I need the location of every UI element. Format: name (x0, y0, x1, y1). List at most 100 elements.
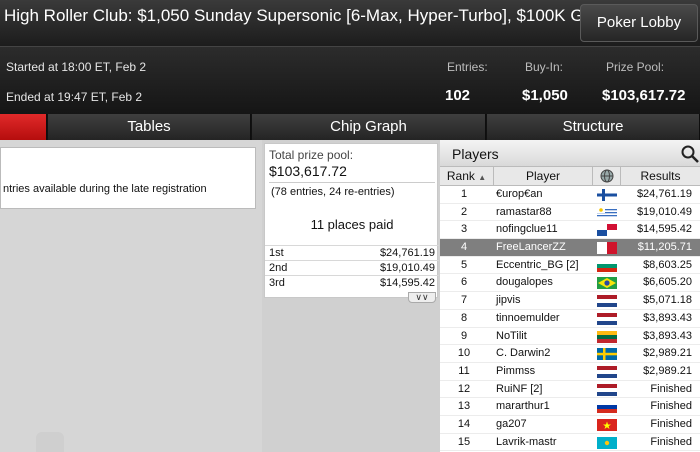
player-row[interactable]: 3 nofingclue11 $14,595.42 (440, 221, 700, 240)
player-result: $11,205.71 (637, 241, 692, 254)
entries-breakdown: (78 entries, 24 re-entries) (271, 186, 395, 198)
player-name: ga207 (496, 417, 527, 430)
players-panel: Players Rank ▲ Player Results 1 €urop€an $… (440, 140, 700, 452)
player-row[interactable]: 12 RuiNF [2] Finished (440, 381, 700, 399)
player-row[interactable]: 6 dougalopes $6,605.20 (440, 274, 700, 293)
player-column-header[interactable]: Player (494, 167, 593, 186)
player-name: NoTilit (496, 329, 527, 342)
players-list: 1 €urop€an $24,761.19 2 ramastar88 $19,010.49… (440, 186, 700, 452)
payout-amount: $14,595.42 (379, 277, 435, 289)
lithuania-flag-icon (597, 330, 617, 343)
player-rank: 5 (460, 258, 468, 271)
player-row[interactable]: 10 C. Darwin2 $2,989.21 (440, 345, 700, 363)
panama-flag-icon (597, 224, 617, 237)
player-result: Finished (650, 435, 692, 448)
player-result: $19,010.49 (636, 205, 692, 218)
prize-pool-label: Prize Pool: (606, 60, 665, 74)
buyin-value: $1,050 (522, 87, 568, 104)
player-result: $2,989.21 (643, 364, 692, 377)
buyin-label: Buy-In: (525, 60, 564, 74)
entries-label: Entries: (447, 60, 488, 74)
globe-icon (600, 169, 613, 183)
player-result: $8,603.25 (643, 258, 692, 271)
results-column-header[interactable]: Results (621, 167, 700, 186)
player-row[interactable]: 1 €urop€an $24,761.19 (440, 186, 700, 204)
tournament-info: Started at 18:00 ET, Feb 2 Ended at 19:4… (0, 46, 700, 114)
players-title: Players (452, 146, 499, 162)
payout-amount: $24,761.19 (379, 247, 435, 259)
uruguay-flag-icon (597, 206, 617, 219)
player-result: $5,071.18 (643, 294, 692, 307)
poker-lobby-button[interactable]: Poker Lobby (580, 4, 698, 42)
rank-column-header[interactable]: Rank ▲ (440, 167, 494, 186)
player-name: nofingclue11 (496, 223, 558, 236)
players-header: Players (440, 140, 700, 167)
finland-flag-icon (597, 189, 617, 201)
player-name: tinnoemulder (496, 311, 560, 324)
player-result: $24,761.19 (636, 188, 692, 200)
search-icon[interactable] (680, 144, 700, 164)
tab-chip-graph[interactable]: Chip Graph (252, 114, 486, 140)
player-name: Eccentric_BG [2] (496, 258, 579, 271)
places-paid: 11 places paid (310, 217, 394, 232)
player-rank: 9 (460, 329, 468, 342)
sort-ascending-icon: ▲ (478, 173, 487, 182)
entries-value: 102 (445, 87, 471, 104)
russia-flag-icon (597, 401, 617, 414)
payout-place: 1st (269, 247, 284, 259)
bulgaria-flag-icon (597, 259, 617, 272)
player-row[interactable]: 9 NoTilit $3,893.43 (440, 328, 700, 346)
decorative-shape (36, 432, 64, 452)
kazakhstan-flag-icon (597, 436, 617, 449)
player-rank: 2 (460, 205, 468, 218)
prize-panel: Total prize pool: $103,617.72 (78 entrie… (262, 140, 440, 452)
country-column-header[interactable] (593, 167, 621, 186)
divider (269, 182, 435, 183)
player-row[interactable]: 14 ga207 Finished (440, 416, 700, 434)
player-name: mararthur1 (496, 400, 550, 413)
player-rank: 3 (460, 223, 468, 236)
player-row[interactable]: 8 tinnoemulder $3,893.43 (440, 310, 700, 328)
player-result: $6,605.20 (643, 276, 692, 289)
brazil-flag-icon (597, 277, 617, 290)
players-column-header: Rank ▲ Player Results (440, 167, 700, 186)
chevron-down-icon: ∨∨ (415, 292, 429, 302)
tab-info[interactable] (0, 114, 47, 140)
player-row[interactable]: 7 jipvis $5,071.18 (440, 292, 700, 310)
player-result: Finished (650, 417, 692, 430)
player-rank: 14 (457, 417, 471, 430)
payout-place: 3rd (269, 277, 285, 289)
payout-row: 3rd $14,595.42 (265, 275, 439, 290)
late-registration-notice: ntries available during the late registr… (3, 183, 207, 195)
expand-payouts-button[interactable]: ∨∨ (408, 292, 436, 303)
netherlands-flag-icon (597, 365, 617, 378)
player-rank: 6 (460, 276, 468, 289)
player-row[interactable]: 5 Eccentric_BG [2] $8,603.25 (440, 257, 700, 275)
player-result: $3,893.43 (643, 311, 692, 324)
player-row[interactable]: 11 Pimmss $2,989.21 (440, 363, 700, 381)
malta-flag-icon (597, 242, 617, 255)
player-rank: 10 (457, 347, 471, 360)
tab-tables[interactable]: Tables (48, 114, 251, 140)
player-row[interactable]: 2 ramastar88 $19,010.49 (440, 204, 700, 222)
player-result: $3,893.43 (643, 329, 692, 342)
netherlands-flag-icon (597, 383, 617, 396)
player-result: Finished (650, 382, 692, 395)
player-name: Lavrik-mastr (496, 435, 557, 448)
player-name: C. Darwin2 (496, 347, 551, 360)
player-name: Pimmss (496, 364, 536, 377)
player-rank: 13 (457, 400, 471, 413)
total-prize-label: Total prize pool: (269, 148, 354, 162)
player-name: jipvis (496, 294, 521, 307)
player-row[interactable]: 15 Lavrik-mastr Finished (440, 434, 700, 452)
prize-pool-value: $103,617.72 (602, 87, 686, 104)
tab-structure[interactable]: Structure (487, 114, 700, 140)
player-row[interactable]: 4 FreeLancerZZ $11,205.71 (440, 239, 700, 257)
player-row[interactable]: 13 mararthur1 Finished (440, 398, 700, 416)
ended-time: Ended at 19:47 ET, Feb 2 (6, 90, 143, 104)
notice-box: ntries available during the late registr… (0, 147, 256, 209)
started-time: Started at 18:00 ET, Feb 2 (6, 60, 147, 74)
player-name: dougalopes (496, 276, 553, 289)
player-name: FreeLancerZZ (496, 241, 566, 254)
player-result: $2,989.21 (643, 347, 692, 360)
